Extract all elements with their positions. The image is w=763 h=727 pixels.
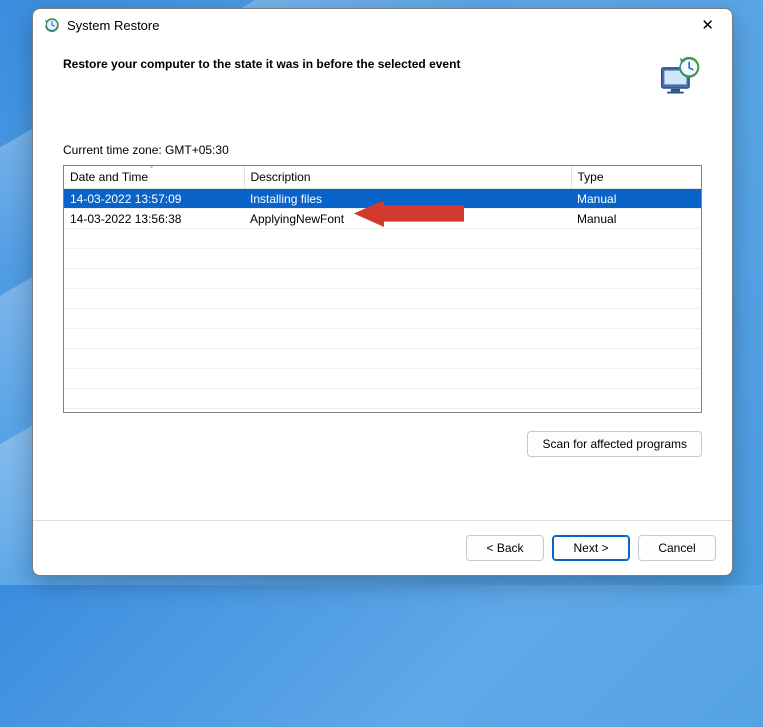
table-row-empty: . (64, 269, 701, 289)
cancel-button[interactable]: Cancel (638, 535, 716, 561)
table-row[interactable]: 14-03-2022 13:57:09 Installing files Man… (64, 189, 701, 209)
cell-type: Manual (571, 189, 701, 209)
restore-points-table[interactable]: Date and Time ˇ Description Type 14-03-2… (63, 165, 702, 413)
table-row-empty: . (64, 349, 701, 369)
column-header-type[interactable]: Type (571, 166, 701, 189)
table-row[interactable]: 14-03-2022 13:56:38 ApplyingNewFont Manu… (64, 209, 701, 229)
table-row-empty: . (64, 289, 701, 309)
table-header-row[interactable]: Date and Time ˇ Description Type (64, 166, 701, 189)
dialog-footer: < Back Next > Cancel (33, 520, 732, 575)
column-header-date-label: Date and Time (70, 170, 148, 184)
cell-date: 14-03-2022 13:56:38 (64, 209, 244, 229)
window-title: System Restore (67, 18, 159, 33)
sort-caret-icon: ˇ (150, 165, 153, 175)
table-actions: Scan for affected programs (63, 431, 702, 457)
cell-description: Installing files (244, 189, 571, 209)
table-row-empty: . (64, 249, 701, 269)
next-button[interactable]: Next > (552, 535, 630, 561)
table-row-empty: . (64, 369, 701, 389)
cell-type: Manual (571, 209, 701, 229)
dialog-content: Restore your computer to the state it wa… (33, 43, 732, 520)
cell-date: 14-03-2022 13:57:09 (64, 189, 244, 209)
scan-affected-button[interactable]: Scan for affected programs (527, 431, 702, 457)
close-button[interactable]: ✕ (693, 14, 722, 37)
header-row: Restore your computer to the state it wa… (63, 55, 702, 99)
table-row-empty: . (64, 329, 701, 349)
system-restore-dialog: System Restore ✕ Restore your computer t… (32, 8, 733, 576)
column-header-date[interactable]: Date and Time ˇ (64, 166, 244, 189)
table-row-empty: . (64, 309, 701, 329)
table-row-empty: . (64, 229, 701, 249)
timezone-label: Current time zone: GMT+05:30 (63, 143, 702, 157)
back-button[interactable]: < Back (466, 535, 544, 561)
page-heading: Restore your computer to the state it wa… (63, 55, 646, 71)
titlebar: System Restore ✕ (33, 9, 732, 43)
cell-description: ApplyingNewFont (244, 209, 571, 229)
column-header-description[interactable]: Description (244, 166, 571, 189)
restore-monitor-icon (658, 55, 702, 99)
system-restore-icon (43, 17, 61, 35)
table-row-empty: . (64, 389, 701, 409)
